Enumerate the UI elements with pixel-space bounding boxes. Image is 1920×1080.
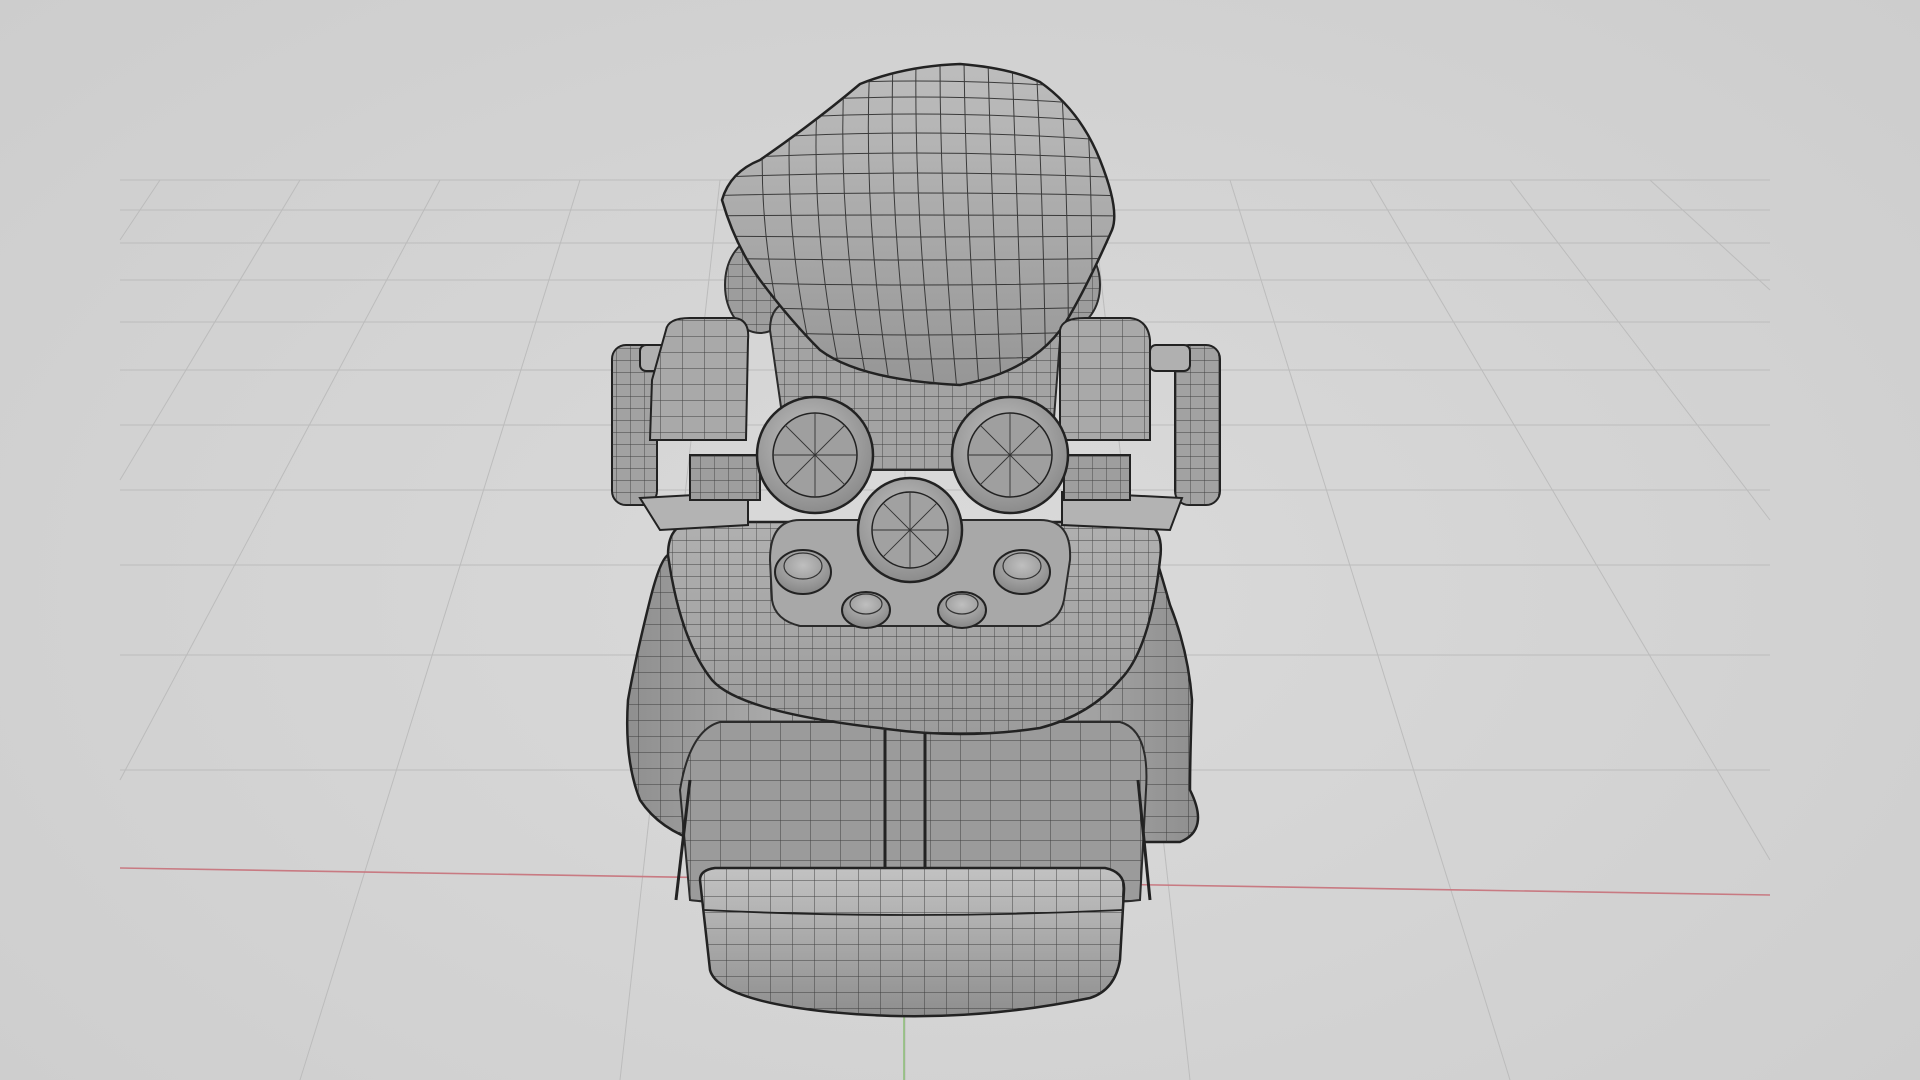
- viewport-canvas[interactable]: [0, 0, 1920, 1080]
- front-bumper: [698, 866, 1126, 1018]
- gauge-left: [755, 395, 875, 515]
- knob-lower-right: [937, 591, 987, 629]
- handlebar-left: [611, 317, 761, 532]
- handlebar-right: [1059, 317, 1221, 532]
- gauge-center: [856, 476, 964, 584]
- knob-lower-left: [841, 591, 891, 629]
- knob-left: [774, 549, 832, 595]
- model-mesh[interactable]: [600, 60, 1221, 1030]
- 3d-viewport[interactable]: [0, 0, 1920, 1080]
- knob-right: [993, 549, 1051, 595]
- gauge-right: [950, 395, 1070, 515]
